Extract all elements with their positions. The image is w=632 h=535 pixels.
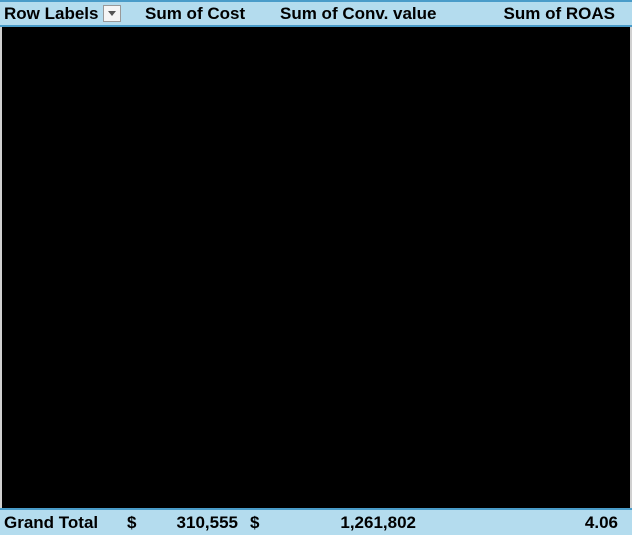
grand-total-roas: 4.06 [440, 513, 632, 533]
grand-total-cost: 310,555 [145, 513, 250, 533]
currency-symbol-conv: $ [250, 513, 268, 533]
data-rows-area [0, 27, 632, 508]
header-row-labels: Row Labels [0, 4, 145, 24]
chevron-down-icon [108, 11, 116, 16]
currency-symbol-cost: $ [127, 513, 145, 533]
grand-total-row: Grand Total $ 310,555 $ 1,261,802 4.06 [0, 508, 632, 535]
header-row: Row Labels Sum of Cost Sum of Conv. valu… [0, 0, 632, 27]
header-roas: Sum of ROAS [470, 4, 625, 24]
filter-dropdown-button[interactable] [103, 5, 121, 22]
header-cost: Sum of Cost [145, 4, 280, 24]
grand-total-conv-value: 1,261,802 [268, 513, 440, 533]
header-conv-value: Sum of Conv. value [280, 4, 470, 24]
pivot-table: Row Labels Sum of Cost Sum of Conv. valu… [0, 0, 632, 535]
row-labels-text: Row Labels [4, 4, 98, 24]
grand-total-label: Grand Total [0, 513, 127, 533]
